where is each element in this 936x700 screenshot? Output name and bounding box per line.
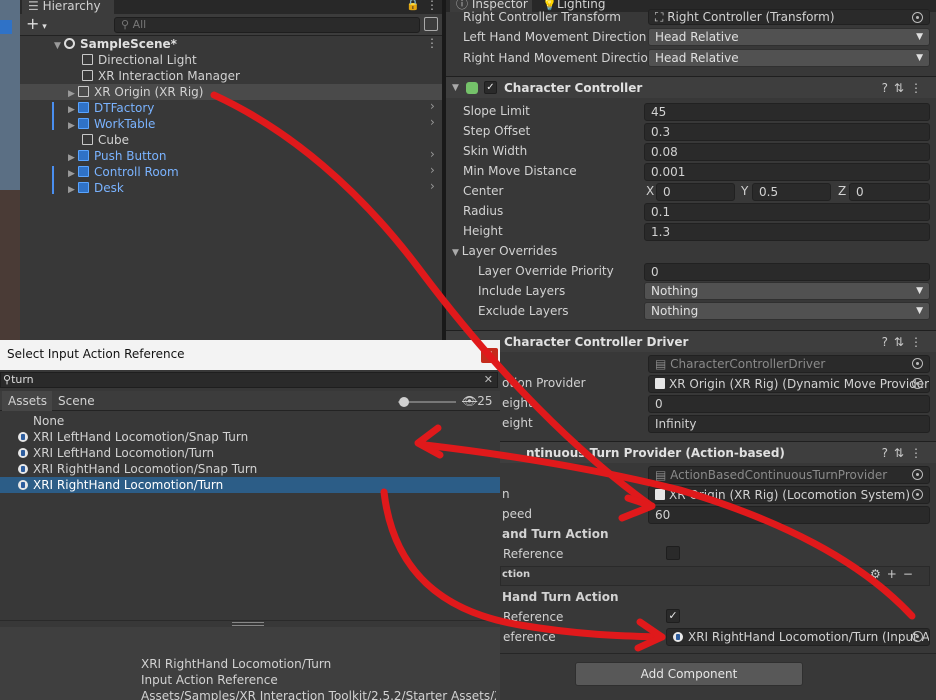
annotation-arrowhead-return (414, 424, 444, 459)
annotation-arrowhead-xr-origin (618, 494, 656, 522)
annotation-stroke-turn (380, 488, 666, 641)
annotation-overlay (210, 91, 916, 652)
annotation-stroke-return (421, 441, 916, 620)
